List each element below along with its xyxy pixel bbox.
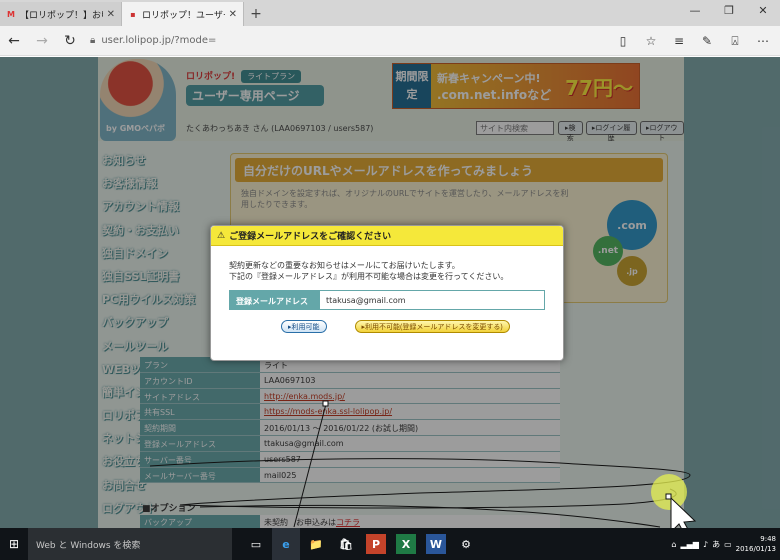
warning-icon: ⚠	[217, 230, 226, 241]
lock-icon: 🔒︎	[90, 35, 96, 46]
close-window-icon[interactable]: ✕	[746, 0, 780, 20]
people-icon[interactable]: ⌂	[671, 540, 676, 549]
forward-icon[interactable]: →	[28, 28, 56, 54]
windows-taskbar: ⊞ Web と Windows を検索 ▭ e 📁 🛍 P X W ⚙ ⌂ ▂▄…	[0, 528, 780, 560]
more-icon[interactable]: ⋯	[750, 28, 776, 54]
browser-toolbar: ▯ ☆ ≡ ✎ ⍓ ⋯	[610, 28, 776, 54]
task-view-icon[interactable]: ▭	[242, 528, 270, 560]
web-page: by GMOペパボ ロリポップ! ライトプラン ユーザー専用ページ 期間限定 新春…	[0, 57, 780, 528]
email-usable-button[interactable]: ▸利用可能	[281, 320, 327, 333]
network-icon[interactable]: ▂▄▆	[681, 540, 699, 549]
volume-icon[interactable]: ♪	[703, 540, 708, 549]
url-text: user.lolipop.jp/?mode=	[101, 35, 217, 46]
close-tab-icon[interactable]: ✕	[229, 9, 237, 20]
browser-tab-1[interactable]: M 【ロリポップ！】お申込み完了の ✕	[0, 2, 122, 26]
screen: M 【ロリポップ！】お申込み完了の ✕ ▪ ロリポップ！ユーザー専用ペ ✕ + …	[0, 0, 780, 560]
registered-email-value: ttakusa@gmail.com	[320, 291, 544, 309]
word-icon[interactable]: W	[426, 534, 446, 554]
refresh-icon[interactable]: ↻	[56, 28, 84, 54]
reading-view-icon[interactable]: ▯	[610, 28, 636, 54]
file-explorer-icon[interactable]: 📁	[302, 528, 330, 560]
window-controls: — ❐ ✕	[678, 0, 780, 20]
tab-title: 【ロリポップ！】お申込み完了の	[20, 10, 103, 21]
powerpoint-icon[interactable]: P	[366, 534, 386, 554]
start-windows-icon[interactable]: ⊞	[0, 528, 28, 560]
new-tab-button[interactable]: +	[244, 2, 268, 26]
gmail-icon: M	[7, 9, 15, 19]
minimize-icon[interactable]: —	[678, 0, 712, 20]
dialog-message: 契約更新などの重要なお知らせはメールにてお届けいたします。 下記の『登録メールア…	[229, 261, 509, 281]
tab-title: ロリポップ！ユーザー専用ペ	[142, 10, 225, 21]
hub-icon[interactable]: ≡	[666, 28, 692, 54]
web-note-icon[interactable]: ✎	[694, 28, 720, 54]
change-email-button[interactable]: ▸利用不可能(登録メールアドレスを変更する)	[354, 320, 510, 333]
browser-tab-2[interactable]: ▪ ロリポップ！ユーザー専用ペ ✕	[122, 2, 244, 26]
notification-icon[interactable]: ▭	[724, 540, 732, 549]
registered-email-field: 登録メールアドレス ttakusa@gmail.com	[229, 290, 545, 310]
taskbar-apps: ▭ e 📁 🛍 P X W ⚙	[242, 528, 480, 560]
app-icon[interactable]: ⚙	[452, 528, 480, 560]
close-tab-icon[interactable]: ✕	[107, 9, 115, 20]
excel-icon[interactable]: X	[396, 534, 416, 554]
share-icon[interactable]: ⍓	[722, 28, 748, 54]
browser-tab-bar: M 【ロリポップ！】お申込み完了の ✕ ▪ ロリポップ！ユーザー専用ペ ✕ + …	[0, 0, 780, 26]
address-bar: ← → ↻ 🔒︎ user.lolipop.jp/?mode= ▯ ☆ ≡ ✎ …	[0, 26, 780, 56]
edge-icon[interactable]: e	[272, 528, 300, 560]
dialog-title: ご登録メールアドレスをご確認ください	[229, 232, 392, 242]
ime-icon[interactable]: あ	[712, 539, 720, 550]
taskbar-search[interactable]: Web と Windows を検索	[28, 528, 232, 560]
restore-icon[interactable]: ❐	[712, 0, 746, 20]
taskbar-clock[interactable]: 9:48 2016/01/13	[736, 534, 776, 554]
back-icon[interactable]: ←	[0, 28, 28, 54]
store-icon[interactable]: 🛍	[332, 528, 360, 560]
lolipop-icon: ▪	[130, 9, 136, 19]
system-tray: ⌂ ▂▄▆ ♪ あ ▭ 9:48 2016/01/13	[671, 528, 776, 560]
favorite-star-icon[interactable]: ☆	[638, 28, 664, 54]
email-confirm-dialog: ⚠ ご登録メールアドレスをご確認ください 契約更新などの重要なお知らせはメールに…	[210, 225, 564, 361]
url-field[interactable]: 🔒︎ user.lolipop.jp/?mode=	[90, 35, 590, 46]
